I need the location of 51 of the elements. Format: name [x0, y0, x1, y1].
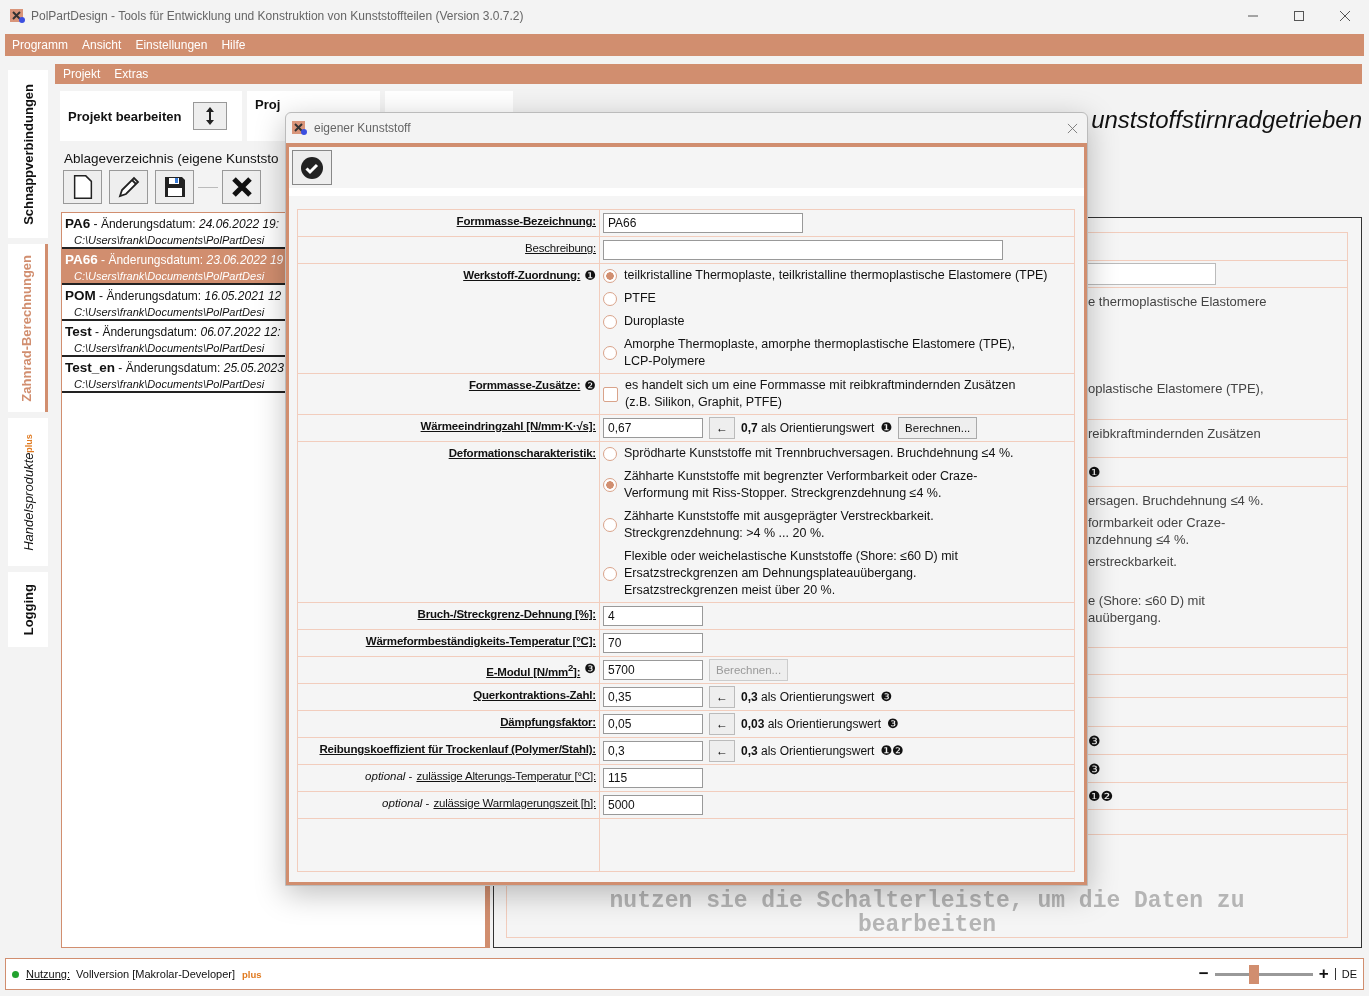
optional-hint: optional -: [382, 797, 430, 809]
reference-value: 0,7 als Orientierungswert: [741, 421, 875, 435]
option-text: Zähharte Kunststoffe mit ausgeprägter Verstreckbarkeit. Streckgrenzdehnung: >4 % ... 20 %.: [624, 508, 934, 542]
footnote-marker: ❶: [584, 269, 596, 283]
option-text: erstreckbarkeit.: [1088, 553, 1178, 570]
dialog-title: eigener Kunststoff: [314, 121, 411, 135]
option-text: es handelt sich um eine Formmasse mit reibkraftmindernden Zusätzen (z.B. Silikon, Graphit, PTFE): [625, 377, 1016, 411]
option-text: Sprödharte Kunststoffe mit Trennbruchversagen. Bruchdehnung ≤4 %.: [624, 445, 1014, 462]
footnote-marker: ❸: [1088, 732, 1101, 749]
option-text: Zähharte Kunststoffe mit begrenzter Verformbarkeit oder Craze- Verformung mit Riss-Stopper. Streckgrenzdehnung ≤4 %.: [624, 468, 978, 502]
reference-value: 0,03 als Orientierungswert: [741, 717, 882, 731]
item-title: POM - Änderungsdatum: 16.05.2021 12: [65, 288, 283, 303]
footnote-marker: ❸: [1088, 760, 1101, 777]
reference-value: 0,3 als Orientierungswert: [741, 690, 875, 704]
option-text: ersagen. Bruchdehnung ≤4 %.: [1088, 492, 1264, 509]
footnote-marker: ❶❷: [1088, 788, 1114, 804]
option-text: reibkraftmindernden Zusätzen: [1088, 425, 1261, 442]
page-heading: unststoffstirnradgetrieben: [1091, 105, 1362, 134]
option-text: Duroplaste: [624, 313, 685, 330]
panel-title: Ablageverzeichnis (eigene Kunststo: [64, 151, 279, 168]
item-path: C:\Users\frank\Documents\PolPartDesi: [73, 306, 266, 318]
hint-message: nutzen sie die Schalterleiste, um die Daten zu bearbeiten: [608, 889, 1246, 937]
plus-label: plus: [242, 968, 262, 980]
tab-label: Projekt bearbeiten: [68, 108, 182, 124]
option-text: oplastische Elastomere (TPE),: [1088, 380, 1265, 397]
footnote-marker: ❶❷: [880, 744, 904, 758]
footnote-marker: ❸: [887, 717, 899, 731]
footnote-marker: ❸: [584, 662, 596, 676]
footnote-marker: ❸: [880, 690, 893, 704]
option-text: nzdehnung ≤4 %.: [1088, 531, 1191, 548]
optional-hint: optional -: [365, 770, 413, 782]
item-path: C:\Users\frank\Documents\PolPartDesi: [73, 234, 266, 246]
item-title: PA66 - Änderungsdatum: 23.06.2022 19: [65, 252, 285, 267]
footnote-marker: ❶: [880, 421, 893, 435]
option-text: e (Shore: ≤60 D) mit: [1088, 592, 1206, 609]
option-text: auübergang.: [1088, 609, 1162, 626]
option-text: Amorphe Thermoplaste, amorphe thermoplastische Elastomere (TPE), LCP-Polymere: [624, 336, 1015, 370]
footnote-marker: ❶: [1088, 464, 1101, 480]
option-text: formbarkeit oder Craze-: [1088, 514, 1227, 531]
item-title: Test_en - Änderungsdatum: 25.05.2023: [65, 360, 285, 375]
plus-label: plus: [23, 433, 34, 453]
window-title: PolPartDesign - Tools für Entwicklung und Konstruktion von Kunststoffteilen (Version 3.0.7.2): [31, 9, 524, 23]
reference-value: 0,3 als Orientierungswert: [741, 744, 875, 758]
option-text: e thermoplastische Elastomere: [1088, 293, 1267, 310]
item-title: Test - Änderungsdatum: 06.07.2022 12:: [65, 324, 282, 339]
footnote-marker: ❷: [584, 379, 596, 393]
option-text: Flexible oder weichelastische Kunststoffe (Shore: ≤60 D) mit Ersatzstreckgrenzen am Dehnungsplateauübergang. Ersatzstreckgrenzen meist über 20 %.: [624, 548, 958, 599]
option-text: PTFE: [624, 290, 656, 307]
option-text: teilkristalline Thermoplaste, teilkristalline thermoplastische Elastomere (TPE): [624, 267, 1048, 284]
license-text: Vollversion [Makrolar-Developer]: [76, 968, 235, 980]
item-path: C:\Users\frank\Documents\PolPartDesi: [73, 342, 266, 354]
